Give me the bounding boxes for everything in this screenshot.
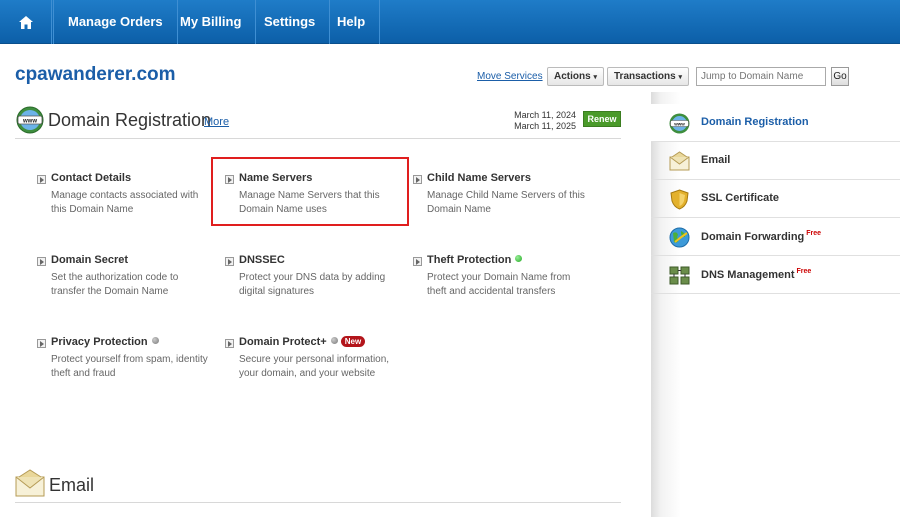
item-desc: Protect your Domain Name from theft and … xyxy=(427,272,571,297)
item-title[interactable]: Theft Protection xyxy=(427,254,511,266)
domain-title: cpawanderer.com xyxy=(15,64,176,85)
item-title[interactable]: Privacy Protection xyxy=(51,336,148,348)
sidebar-item-label: Domain Forwarding xyxy=(701,231,805,243)
status-inactive-icon xyxy=(151,337,159,344)
arrow-icon xyxy=(37,257,46,266)
item-title[interactable]: Contact Details xyxy=(51,172,131,184)
highlight-box xyxy=(211,157,409,226)
actions-dropdown[interactable]: Actions ▾ xyxy=(547,67,604,86)
item-title-row: Privacy Protection xyxy=(51,336,159,348)
jump-to-domain-input[interactable] xyxy=(696,67,826,86)
move-services-link[interactable]: Move Services xyxy=(477,71,543,82)
item-title-row: Theft Protection xyxy=(427,254,523,266)
sidebar: www Domain Registration Email SSL Certif… xyxy=(651,92,900,517)
server-icon xyxy=(669,266,690,285)
transactions-label: Transactions xyxy=(614,71,676,82)
free-badge: Free xyxy=(806,230,822,237)
chevron-down-icon: ▾ xyxy=(593,74,597,81)
status-active-icon xyxy=(515,255,523,262)
item-title-row: Domain Protect+ New xyxy=(239,336,366,348)
sidebar-item-label: Domain Registration xyxy=(701,116,809,128)
renew-button[interactable]: Renew xyxy=(583,111,621,127)
nav-help[interactable]: Help xyxy=(323,0,381,44)
expiry-date: March 11, 2025 xyxy=(514,121,576,131)
envelope-icon xyxy=(15,469,45,497)
item-title[interactable]: DNSSEC xyxy=(239,254,285,266)
top-nav: Manage Orders My Billing Settings Help xyxy=(0,0,900,44)
arrow-icon xyxy=(225,339,234,348)
shield-icon xyxy=(670,189,689,210)
more-link[interactable]: More xyxy=(204,116,229,128)
section-title-domain-registration: Domain Registration xyxy=(48,110,212,130)
item-title[interactable]: Domain Secret xyxy=(51,254,128,266)
item-title[interactable]: Child Name Servers xyxy=(427,172,531,184)
item-desc: Manage contacts associated with this Dom… xyxy=(51,190,199,215)
item-desc: Manage Child Name Servers of this Domain… xyxy=(427,190,585,215)
sidebar-item-domain-registration[interactable]: www Domain Registration xyxy=(651,104,900,142)
svg-text:www: www xyxy=(673,122,685,127)
sidebar-item-ssl-certificate[interactable]: SSL Certificate xyxy=(651,180,900,218)
registration-dates: March 11, 2024 March 11, 2025 xyxy=(498,110,576,132)
nav-manage-orders[interactable]: Manage Orders xyxy=(53,0,178,44)
arrow-icon xyxy=(413,175,422,184)
sidebar-item-label-row: Domain Forwarding Free xyxy=(701,230,821,243)
sidebar-item-domain-forwarding[interactable]: Domain Forwarding Free xyxy=(651,218,900,256)
www-globe-icon: www xyxy=(16,106,44,134)
home-button[interactable] xyxy=(0,0,52,44)
item-desc: Secure your personal information, your d… xyxy=(239,354,390,379)
envelope-icon xyxy=(669,151,690,171)
sidebar-item-label: DNS Management xyxy=(701,269,795,281)
nav-settings[interactable]: Settings xyxy=(250,0,331,44)
home-icon xyxy=(18,15,33,29)
section-title-email: Email xyxy=(49,475,95,495)
www-globe-icon: www xyxy=(669,113,690,134)
free-badge: Free xyxy=(796,268,812,275)
sidebar-item-label: SSL Certificate xyxy=(701,192,780,204)
sidebar-item-dns-management[interactable]: DNS Management Free xyxy=(651,256,900,294)
arrow-icon xyxy=(37,175,46,184)
section-divider xyxy=(15,502,621,503)
arrow-icon xyxy=(37,339,46,348)
new-badge: New xyxy=(340,336,366,347)
nav-my-billing[interactable]: My Billing xyxy=(166,0,257,44)
go-button[interactable]: Go xyxy=(831,67,849,86)
item-desc: Set the authorization code to transfer t… xyxy=(51,272,179,297)
actions-label: Actions xyxy=(554,71,591,82)
chevron-down-icon: ▾ xyxy=(678,74,682,81)
status-inactive-icon xyxy=(330,337,338,344)
start-date: March 11, 2024 xyxy=(514,110,576,120)
forwarding-globe-icon xyxy=(669,227,690,248)
arrow-icon xyxy=(225,257,234,266)
sidebar-item-email[interactable]: Email xyxy=(651,142,900,180)
arrow-icon xyxy=(413,257,422,266)
section-divider xyxy=(15,138,621,139)
svg-text:www: www xyxy=(22,119,37,125)
item-title[interactable]: Domain Protect+ xyxy=(239,336,327,348)
item-desc: Protect your DNS data by adding digital … xyxy=(239,272,386,297)
transactions-dropdown[interactable]: Transactions ▾ xyxy=(607,67,689,86)
sidebar-item-label: Email xyxy=(701,154,731,166)
item-desc: Protect yourself from spam, identity the… xyxy=(51,354,208,379)
sidebar-item-label-row: DNS Management Free xyxy=(701,268,811,281)
